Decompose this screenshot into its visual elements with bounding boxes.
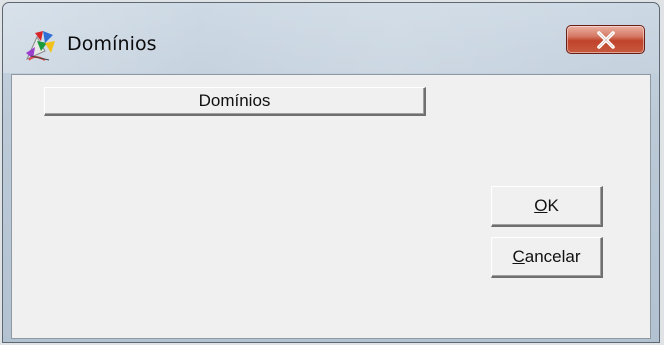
ok-label-rest: K bbox=[547, 196, 559, 215]
ok-mnemonic: O bbox=[534, 196, 548, 215]
dominios-button[interactable]: Domínios bbox=[44, 87, 426, 116]
close-button[interactable] bbox=[566, 25, 645, 54]
close-icon bbox=[597, 31, 615, 49]
title-bar[interactable]: Domínios bbox=[3, 3, 659, 73]
cancel-label-rest: ancelar bbox=[524, 247, 581, 266]
ok-button[interactable]: OK bbox=[491, 186, 603, 227]
app-icon bbox=[23, 29, 59, 63]
cancel-mnemonic: C bbox=[512, 247, 525, 266]
cancel-button[interactable]: Cancelar bbox=[491, 237, 603, 278]
dialog-client-area: Domínios OK Cancelar bbox=[11, 74, 651, 339]
window-title: Domínios bbox=[67, 33, 157, 55]
dialog-window: Domínios Domínios OK Cancelar bbox=[2, 2, 660, 343]
